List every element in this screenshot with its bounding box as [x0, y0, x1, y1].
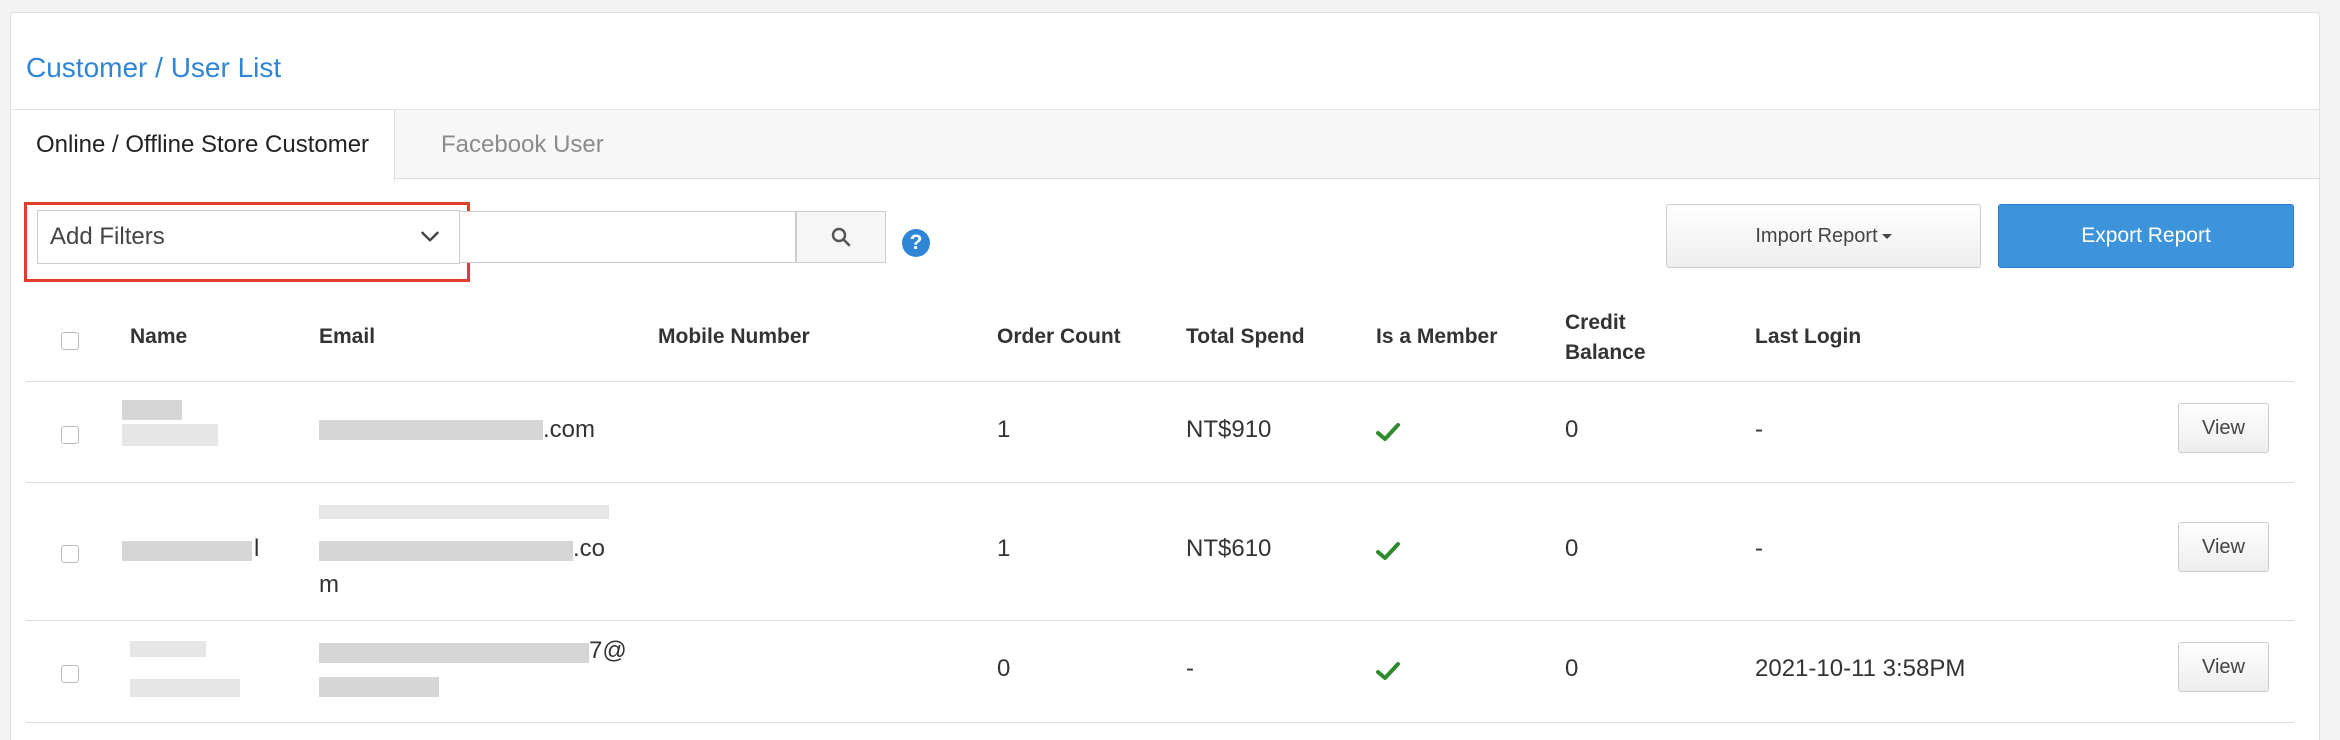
total-spend-cell: -: [1186, 655, 1194, 682]
row-checkbox[interactable]: [61, 665, 79, 683]
credit-balance-cell: 0: [1565, 416, 1579, 443]
redacted-email: [319, 541, 573, 561]
caret-down-icon: [1881, 234, 1892, 240]
email-cell: 7@: [589, 637, 627, 664]
credit-balance-cell: 0: [1565, 655, 1579, 682]
redacted-name: [122, 541, 252, 561]
table-row: l .co m 1 NT$610 0 - View: [26, 483, 2294, 621]
order-count-cell: 0: [997, 655, 1011, 682]
col-email: Email: [319, 325, 376, 348]
view-button[interactable]: View: [2178, 642, 2269, 692]
col-is-member: Is a Member: [1376, 325, 1498, 348]
table-header: Name Email Mobile Number Order Count Tot…: [26, 300, 2294, 382]
row-checkbox[interactable]: [61, 426, 79, 444]
search-button[interactable]: [796, 211, 886, 263]
redacted-name: [122, 400, 182, 420]
add-filters-select[interactable]: Add Filters: [37, 210, 460, 264]
check-icon: [1376, 542, 1400, 560]
help-icon[interactable]: ?: [902, 229, 930, 257]
total-spend-cell: NT$910: [1186, 416, 1272, 443]
chevron-down-icon: [421, 231, 439, 242]
table-row: 7@ 0 - 0 2021-10-11 3:58PM View: [26, 621, 2294, 723]
total-spend-cell: NT$610: [1186, 535, 1272, 562]
redacted-name: [130, 679, 240, 697]
email-cell: .co: [573, 535, 606, 562]
select-all-checkbox[interactable]: [61, 332, 79, 350]
redacted-name: [130, 641, 206, 657]
order-count-cell: 1: [997, 535, 1011, 562]
view-button[interactable]: View: [2178, 403, 2269, 453]
tab-online-offline-customer[interactable]: Online / Offline Store Customer: [11, 110, 396, 181]
order-count-cell: 1: [997, 416, 1011, 443]
last-login-cell: -: [1755, 416, 1763, 443]
search-icon: [831, 227, 851, 247]
check-icon: [1376, 662, 1400, 680]
col-mobile: Mobile Number: [658, 325, 810, 348]
row-checkbox[interactable]: [61, 545, 79, 563]
col-total-spend: Total Spend: [1186, 325, 1305, 348]
search-input[interactable]: [460, 211, 796, 263]
name-cell: l: [254, 535, 260, 562]
redacted-email: [319, 420, 543, 440]
last-login-cell: 2021-10-11 3:58PM: [1755, 655, 1966, 682]
add-filters-label: Add Filters: [50, 223, 165, 250]
col-credit-balance-line2: Balance: [1565, 341, 1646, 364]
tab-facebook-user[interactable]: Facebook User: [416, 110, 629, 180]
last-login-cell: -: [1755, 535, 1763, 562]
import-report-label: Import Report: [1755, 225, 1878, 247]
email-cell-wrap: m: [319, 571, 339, 598]
import-report-button[interactable]: Import Report: [1666, 204, 1981, 268]
redacted-email: [319, 677, 439, 697]
redacted-name: [122, 424, 218, 446]
check-icon: [1376, 423, 1400, 441]
col-credit-balance-line1: Credit: [1565, 311, 1626, 334]
col-last-login: Last Login: [1755, 325, 1862, 348]
redacted-email: [319, 643, 589, 663]
page-title: Customer / User List: [26, 52, 282, 83]
col-name: Name: [130, 325, 188, 348]
credit-balance-cell: 0: [1565, 535, 1579, 562]
export-report-button[interactable]: Export Report: [1998, 204, 2294, 268]
tab-bar: Online / Offline Store Customer Facebook…: [11, 109, 2319, 181]
email-cell: .com: [543, 416, 596, 443]
view-button[interactable]: View: [2178, 522, 2269, 572]
redacted-email: [319, 505, 609, 519]
table-row: .com 1 NT$910 0 - View: [26, 382, 2294, 483]
col-order-count: Order Count: [997, 325, 1121, 348]
